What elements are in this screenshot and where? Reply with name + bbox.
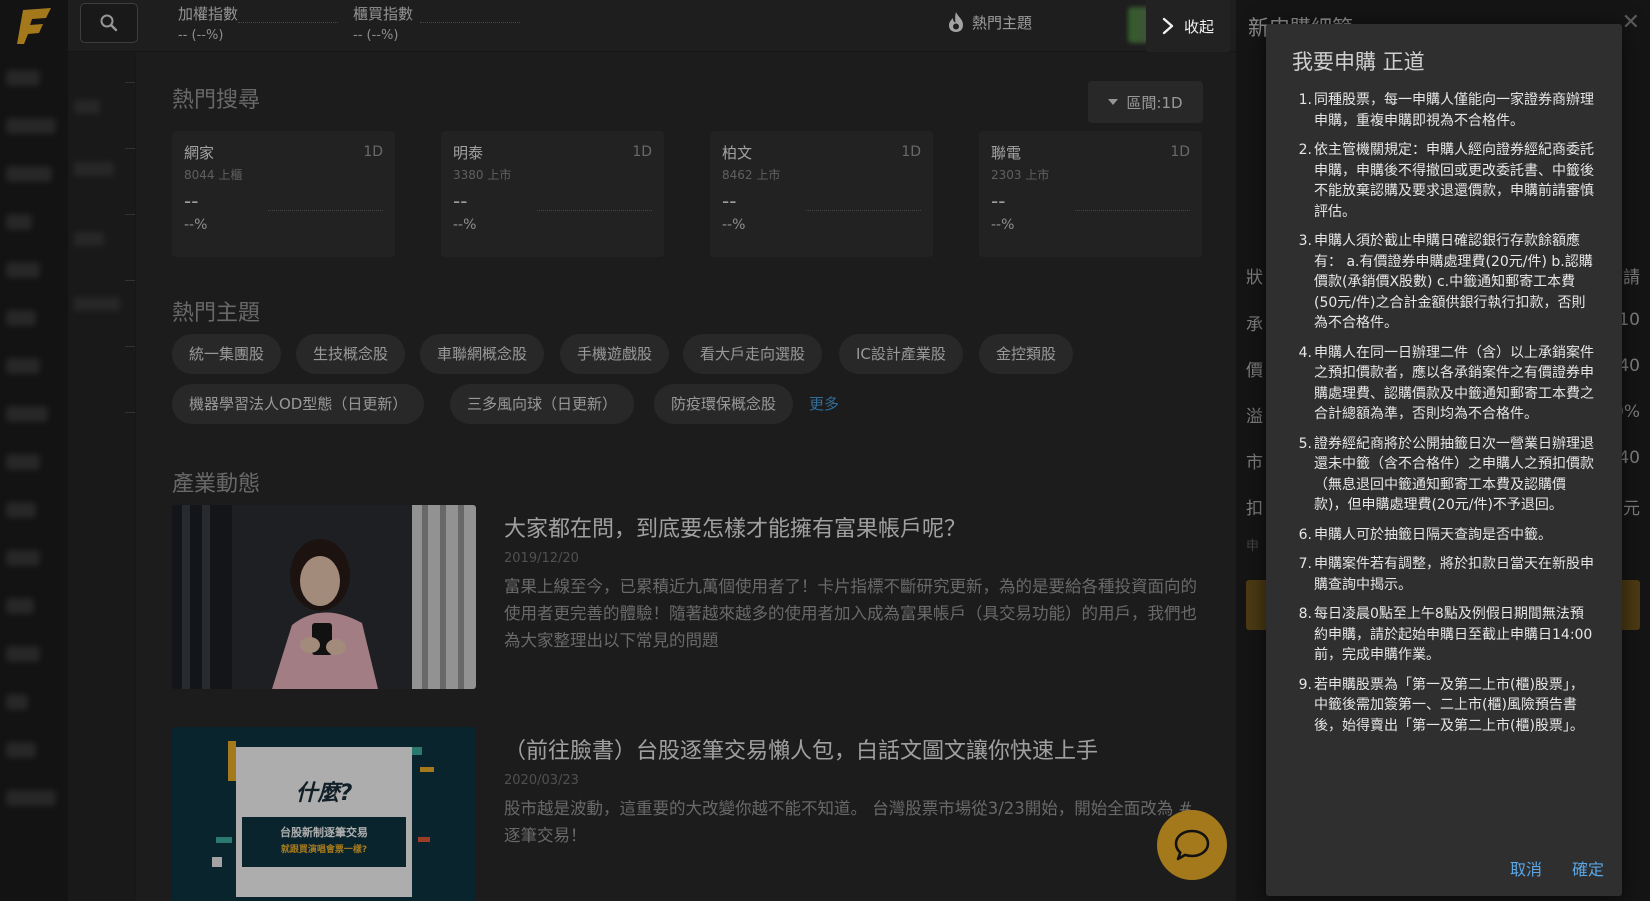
terms-text: 依主管機關規定：申購人經向證券經紀商委託申購，申購後不得撤回或更改委託書、中籤後… xyxy=(1314,142,1594,220)
terms-item: 9. 若申購股票為「第一及第二上市(櫃)股票」，中籤後需加簽第一、二上市(櫃)風險… xyxy=(1298,676,1584,734)
collapse-label: 收起 xyxy=(1184,17,1215,36)
terms-text: 證券經紀商將於公開抽籤日次一營業日辦理退還未中籤（含不合格件）之申購人之預扣價款… xyxy=(1314,435,1594,514)
chevron-right-icon xyxy=(1162,17,1174,35)
terms-item: 5. 證券經紀商將於公開抽籤日次一營業日辦理退還未中籤（含不合格件）之申購人之預扣… xyxy=(1298,435,1594,514)
terms-text: 申購人可於抽籤日隔天查詢是否中籤。 xyxy=(1314,526,1552,543)
terms-text: 申購人須於截止申購日確認銀行存款餘額應有： a.有價證券申購處理費(20元/件)… xyxy=(1314,233,1593,331)
terms-item: 8. 每日凌晨0點至上午8點及例假日期間無法預約申購，請於起始申購日至截止申購日1… xyxy=(1298,606,1593,663)
terms-item: 3. 申購人須於截止申購日確認銀行存款餘額應有： a.有價證券申購處理費(20元/… xyxy=(1298,233,1593,331)
terms-text: 申購人在同一日辦理二件（含）以上承銷案件之預扣價款者，應以各承銷案件之有價證券申… xyxy=(1314,344,1594,423)
collapse-button[interactable]: 收起 xyxy=(1146,0,1230,52)
terms-item: 7. 申購案件若有調整，將於扣款日當天在新股申購查詢中揭示。 xyxy=(1298,556,1594,593)
terms-item: 2. 依主管機關規定：申購人經向證券經紀商委託申購，申購後不得撤回或更改委託書、中… xyxy=(1298,142,1594,220)
terms-item: 4. 申購人在同一日辦理二件（含）以上承銷案件之預扣價款者，應以各承銷案件之有價證… xyxy=(1298,344,1594,423)
subscription-terms-modal: 我要申購 正道 1. 同種股票，每一申購人僅能向一家證券商辦理申購，重複申購即視為… xyxy=(1266,24,1622,896)
modal-title: 我要申購 正道 xyxy=(1292,50,1425,74)
terms-text: 同種股票，每一申購人僅能向一家證券商辦理申購，重複申購即視為不合格件。 xyxy=(1314,92,1594,129)
terms-list: 1. 同種股票，每一申購人僅能向一家證券商辦理申購，重複申購即視為不合格件。 2.… xyxy=(1292,90,1596,736)
confirm-button[interactable]: 確定 xyxy=(1572,856,1604,880)
terms-text: 若申購股票為「第一及第二上市(櫃)股票」，中籤後需加簽第一、二上市(櫃)風險預告… xyxy=(1314,676,1584,734)
terms-item: 1. 同種股票，每一申購人僅能向一家證券商辦理申購，重複申購即視為不合格件。 xyxy=(1298,92,1594,129)
terms-item: 6. 申購人可於抽籤日隔天查詢是否中籤。 xyxy=(1298,526,1552,543)
cancel-button[interactable]: 取消 xyxy=(1510,856,1542,880)
terms-text: 申購案件若有調整，將於扣款日當天在新股申購查詢中揭示。 xyxy=(1314,556,1594,593)
modal-actions: 取消 確定 xyxy=(1510,856,1604,880)
terms-text: 每日凌晨0點至上午8點及例假日期間無法預約申購，請於起始申購日至截止申購日14:… xyxy=(1314,606,1593,663)
